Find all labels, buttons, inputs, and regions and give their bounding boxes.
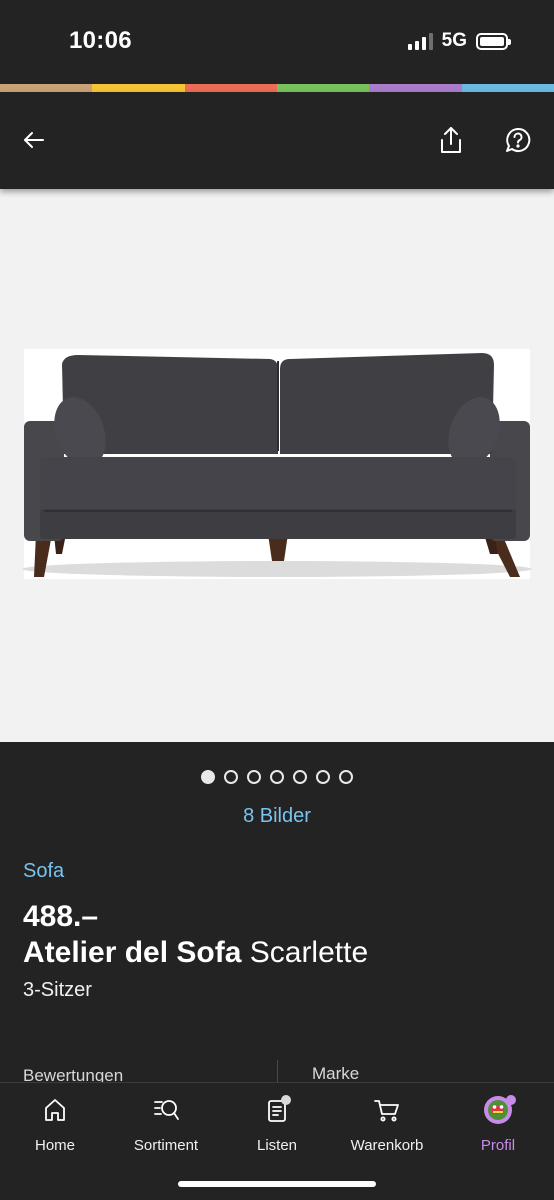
share-icon	[441, 127, 461, 153]
tab-label: Sortiment	[133, 1137, 199, 1154]
search-list-icon	[154, 1100, 179, 1120]
pager-dot[interactable]	[293, 770, 307, 784]
home-indicator	[178, 1181, 376, 1187]
brand-name[interactable]: Atelier del Sofa	[23, 936, 241, 969]
battery-icon	[476, 32, 511, 50]
network-type: 5G	[441, 30, 467, 51]
brand-color-stripe	[0, 84, 554, 92]
arrow-left-icon	[24, 132, 44, 148]
pager-dot[interactable]	[201, 770, 215, 784]
top-navigation-bar	[0, 92, 554, 189]
help-button[interactable]	[500, 122, 536, 158]
stripe-segment	[92, 84, 185, 92]
status-time: 10:06	[69, 27, 132, 54]
status-indicators: 5G	[407, 30, 511, 52]
category-link[interactable]: Sofa	[23, 860, 533, 883]
stripe-segment	[369, 84, 462, 92]
price: 488.–	[23, 900, 99, 933]
product-variant: 3-Sitzer	[23, 979, 92, 1001]
tab-profil[interactable]: Profil	[443, 1095, 553, 1154]
home-icon	[45, 1099, 65, 1121]
tab-listen[interactable]: Listen	[222, 1095, 332, 1154]
tab-home[interactable]: Home	[0, 1095, 110, 1154]
product-title: Atelier del Sofa Scarlette	[23, 935, 533, 971]
tab-label: Profil	[480, 1137, 516, 1154]
notification-badge	[506, 1095, 516, 1105]
pager-dots[interactable]	[0, 770, 554, 784]
stripe-segment	[0, 84, 93, 92]
tab-sortiment[interactable]: Sortiment	[111, 1095, 221, 1154]
sofa-image	[22, 349, 532, 579]
pager-dot[interactable]	[270, 770, 284, 784]
tab-label: Listen	[256, 1137, 298, 1154]
share-button[interactable]	[433, 122, 469, 158]
pager-dot[interactable]	[316, 770, 330, 784]
notification-badge	[281, 1095, 291, 1105]
tab-label: Warenkorb	[350, 1137, 424, 1154]
stripe-segment	[461, 84, 554, 92]
stripe-segment	[276, 84, 370, 92]
tab-label: Home	[34, 1137, 75, 1154]
image-gallery-pager: 8 Bilder	[0, 770, 554, 828]
stripe-segment	[184, 84, 277, 92]
back-button[interactable]	[16, 122, 52, 158]
product-name: Scarlette	[249, 936, 369, 969]
all-images-link[interactable]: 8 Bilder	[243, 805, 311, 828]
status-bar: 10:06 5G	[0, 0, 554, 84]
divider	[277, 1060, 278, 1084]
pager-dot[interactable]	[224, 770, 238, 784]
pager-dot[interactable]	[339, 770, 353, 784]
product-info: Sofa 488.– Atelier del Sofa Scarlette 3-…	[23, 860, 533, 1002]
signal-strength-icon	[407, 32, 433, 50]
brand-label[interactable]: Marke	[312, 1064, 359, 1084]
cart-icon	[374, 1100, 399, 1122]
product-image[interactable]	[0, 189, 554, 742]
pager-dot[interactable]	[247, 770, 261, 784]
ratings-brand-row: Bewertungen Marke	[0, 1060, 554, 1084]
help-bubble-icon	[506, 127, 531, 152]
tab-warenkorb[interactable]: Warenkorb	[332, 1095, 442, 1154]
